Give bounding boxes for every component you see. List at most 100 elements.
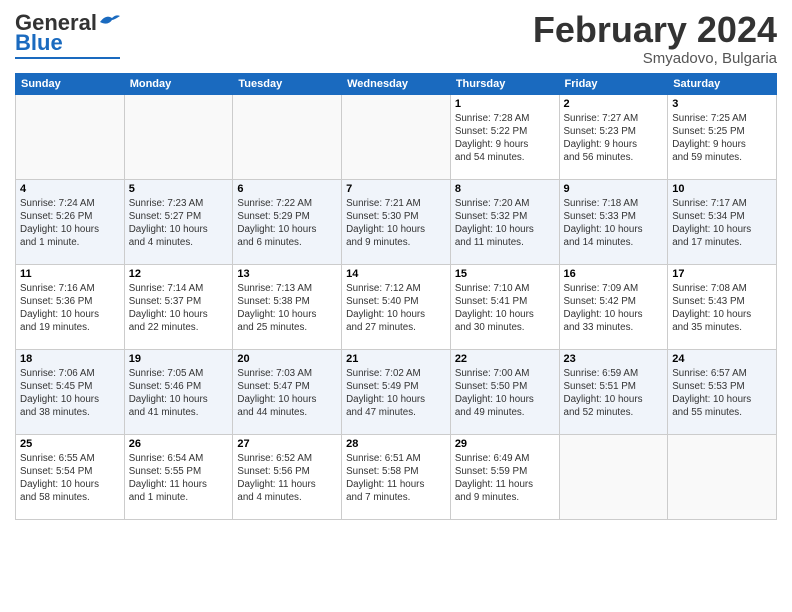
day-info: Sunrise: 7:03 AM Sunset: 5:47 PM Dayligh… <box>237 367 337 420</box>
table-row: 21 Sunrise: 7:02 AM Sunset: 5:49 PM Dayli… <box>342 349 451 434</box>
table-row: 29Sunrise: 6:49 AM Sunset: 5:59 PM Dayli… <box>450 434 559 519</box>
day-info: Sunrise: 7:22 AM Sunset: 5:29 PM Dayligh… <box>237 197 337 250</box>
table-row: 9 Sunrise: 7:18 AM Sunset: 5:33 PM Daylig… <box>559 179 668 264</box>
day-number: 2 <box>564 98 664 110</box>
logo-bird-icon <box>98 12 120 30</box>
table-row: 2 Sunrise: 7:27 AM Sunset: 5:23 PM Daylig… <box>559 94 668 179</box>
day-info: Sunrise: 7:10 AM Sunset: 5:41 PM Dayligh… <box>455 282 555 335</box>
table-row: 22 Sunrise: 7:00 AM Sunset: 5:50 PM Dayli… <box>450 349 559 434</box>
col-sunday: Sunday <box>16 73 125 94</box>
table-row <box>124 94 233 179</box>
day-number: 16 <box>564 268 664 280</box>
day-number: 23 <box>564 353 664 365</box>
day-info: Sunrise: 7:18 AM Sunset: 5:33 PM Dayligh… <box>564 197 664 250</box>
col-wednesday: Wednesday <box>342 73 451 94</box>
table-row <box>233 94 342 179</box>
day-number: 9 <box>564 183 664 195</box>
table-row: 1 Sunrise: 7:28 AM Sunset: 5:22 PM Daylig… <box>450 94 559 179</box>
day-info: Sunrise: 7:24 AM Sunset: 5:26 PM Dayligh… <box>20 197 120 250</box>
calendar-week-row: 4 Sunrise: 7:24 AM Sunset: 5:26 PM Daylig… <box>16 179 777 264</box>
table-row: 23 Sunrise: 6:59 AM Sunset: 5:51 PM Dayli… <box>559 349 668 434</box>
location: Smyadovo, Bulgaria <box>533 50 777 67</box>
day-info: Sunrise: 7:06 AM Sunset: 5:45 PM Dayligh… <box>20 367 120 420</box>
day-info: Sunrise: 7:21 AM Sunset: 5:30 PM Dayligh… <box>346 197 446 250</box>
table-row: 10Sunrise: 7:17 AM Sunset: 5:34 PM Dayli… <box>668 179 777 264</box>
col-friday: Friday <box>559 73 668 94</box>
day-number: 21 <box>346 353 446 365</box>
table-row: 17 Sunrise: 7:08 AM Sunset: 5:43 PM Dayli… <box>668 264 777 349</box>
col-thursday: Thursday <box>450 73 559 94</box>
day-info: Sunrise: 7:28 AM Sunset: 5:22 PM Dayligh… <box>455 112 555 165</box>
day-number: 19 <box>129 353 229 365</box>
day-number: 17 <box>672 268 772 280</box>
day-info: Sunrise: 7:17 AM Sunset: 5:34 PM Dayligh… <box>672 197 772 250</box>
col-tuesday: Tuesday <box>233 73 342 94</box>
table-row: 14 Sunrise: 7:12 AM Sunset: 5:40 PM Dayli… <box>342 264 451 349</box>
table-row: 16 Sunrise: 7:09 AM Sunset: 5:42 PM Dayli… <box>559 264 668 349</box>
day-info: Sunrise: 7:09 AM Sunset: 5:42 PM Dayligh… <box>564 282 664 335</box>
day-info: Sunrise: 7:23 AM Sunset: 5:27 PM Dayligh… <box>129 197 229 250</box>
table-row: 27Sunrise: 6:52 AM Sunset: 5:56 PM Dayli… <box>233 434 342 519</box>
day-info: Sunrise: 7:05 AM Sunset: 5:46 PM Dayligh… <box>129 367 229 420</box>
table-row: 5 Sunrise: 7:23 AM Sunset: 5:27 PM Daylig… <box>124 179 233 264</box>
day-number: 15 <box>455 268 555 280</box>
day-info: Sunrise: 7:08 AM Sunset: 5:43 PM Dayligh… <box>672 282 772 335</box>
col-monday: Monday <box>124 73 233 94</box>
table-row: 28 Sunrise: 6:51 AM Sunset: 5:58 PM Dayli… <box>342 434 451 519</box>
day-number: 26 <box>129 438 229 450</box>
table-row: 12Sunrise: 7:14 AM Sunset: 5:37 PM Dayli… <box>124 264 233 349</box>
day-number: 11 <box>20 268 120 280</box>
day-info: Sunrise: 6:49 AM Sunset: 5:59 PM Dayligh… <box>455 452 555 505</box>
month-title: February 2024 <box>533 10 777 50</box>
day-number: 14 <box>346 268 446 280</box>
col-saturday: Saturday <box>668 73 777 94</box>
day-number: 4 <box>20 183 120 195</box>
day-info: Sunrise: 6:57 AM Sunset: 5:53 PM Dayligh… <box>672 367 772 420</box>
day-number: 25 <box>20 438 120 450</box>
day-info: Sunrise: 6:51 AM Sunset: 5:58 PM Dayligh… <box>346 452 446 505</box>
table-row <box>16 94 125 179</box>
day-info: Sunrise: 7:13 AM Sunset: 5:38 PM Dayligh… <box>237 282 337 335</box>
table-row: 19 Sunrise: 7:05 AM Sunset: 5:46 PM Dayli… <box>124 349 233 434</box>
table-row: 20Sunrise: 7:03 AM Sunset: 5:47 PM Dayli… <box>233 349 342 434</box>
table-row: 4 Sunrise: 7:24 AM Sunset: 5:26 PM Daylig… <box>16 179 125 264</box>
logo-blue: Blue <box>15 30 63 56</box>
table-row <box>342 94 451 179</box>
day-info: Sunrise: 7:00 AM Sunset: 5:50 PM Dayligh… <box>455 367 555 420</box>
table-row: 15 Sunrise: 7:10 AM Sunset: 5:41 PM Dayli… <box>450 264 559 349</box>
day-number: 3 <box>672 98 772 110</box>
calendar-week-row: 1 Sunrise: 7:28 AM Sunset: 5:22 PM Daylig… <box>16 94 777 179</box>
table-row: 13 Sunrise: 7:13 AM Sunset: 5:38 PM Dayli… <box>233 264 342 349</box>
day-info: Sunrise: 7:20 AM Sunset: 5:32 PM Dayligh… <box>455 197 555 250</box>
day-number: 5 <box>129 183 229 195</box>
day-info: Sunrise: 7:25 AM Sunset: 5:25 PM Dayligh… <box>672 112 772 165</box>
day-info: Sunrise: 6:59 AM Sunset: 5:51 PM Dayligh… <box>564 367 664 420</box>
day-number: 24 <box>672 353 772 365</box>
day-info: Sunrise: 7:27 AM Sunset: 5:23 PM Dayligh… <box>564 112 664 165</box>
table-row: 6 Sunrise: 7:22 AM Sunset: 5:29 PM Daylig… <box>233 179 342 264</box>
day-number: 12 <box>129 268 229 280</box>
table-row: 18Sunrise: 7:06 AM Sunset: 5:45 PM Dayli… <box>16 349 125 434</box>
day-info: Sunrise: 7:02 AM Sunset: 5:49 PM Dayligh… <box>346 367 446 420</box>
day-number: 1 <box>455 98 555 110</box>
day-number: 22 <box>455 353 555 365</box>
day-info: Sunrise: 7:12 AM Sunset: 5:40 PM Dayligh… <box>346 282 446 335</box>
table-row: 7Sunrise: 7:21 AM Sunset: 5:30 PM Daylig… <box>342 179 451 264</box>
logo-underline <box>15 57 120 59</box>
day-number: 13 <box>237 268 337 280</box>
day-info: Sunrise: 6:52 AM Sunset: 5:56 PM Dayligh… <box>237 452 337 505</box>
calendar: Sunday Monday Tuesday Wednesday Thursday… <box>15 73 777 520</box>
page: General Blue February 2024 Smyadovo, Bul… <box>0 0 792 612</box>
calendar-week-row: 18Sunrise: 7:06 AM Sunset: 5:45 PM Dayli… <box>16 349 777 434</box>
calendar-week-row: 25Sunrise: 6:55 AM Sunset: 5:54 PM Dayli… <box>16 434 777 519</box>
title-area: February 2024 Smyadovo, Bulgaria <box>533 10 777 67</box>
day-number: 28 <box>346 438 446 450</box>
logo: General Blue <box>15 10 120 59</box>
table-row: 3 Sunrise: 7:25 AM Sunset: 5:25 PM Daylig… <box>668 94 777 179</box>
day-number: 8 <box>455 183 555 195</box>
calendar-header-row: Sunday Monday Tuesday Wednesday Thursday… <box>16 73 777 94</box>
day-number: 6 <box>237 183 337 195</box>
table-row <box>668 434 777 519</box>
day-info: Sunrise: 7:16 AM Sunset: 5:36 PM Dayligh… <box>20 282 120 335</box>
table-row: 8 Sunrise: 7:20 AM Sunset: 5:32 PM Daylig… <box>450 179 559 264</box>
